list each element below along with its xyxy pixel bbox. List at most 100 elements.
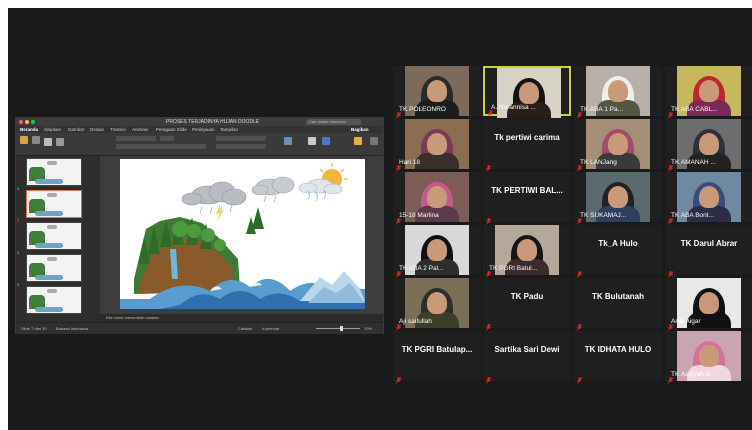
font-size-select[interactable] [160, 136, 174, 141]
tab-tampilan[interactable]: Tampilan [220, 126, 238, 133]
participant-tile[interactable]: Tk pertiwi carima [483, 119, 571, 172]
participant-name-large: TK PERTIWI BAL... [491, 186, 563, 195]
slide-editor[interactable] [100, 156, 383, 322]
participant-face [427, 239, 447, 261]
picture-icon[interactable] [308, 137, 316, 145]
participant-tile[interactable]: TK LANJang [574, 119, 662, 172]
participant-tile[interactable]: Andi Aigar [665, 278, 752, 331]
participant-name-large: TK PGRI Batulap... [401, 345, 473, 354]
slide-number: 9 [17, 282, 20, 287]
tab-animasi[interactable]: Animasi [132, 126, 148, 133]
participant-name: TK SUKAMAJ... [580, 212, 627, 219]
participant-name: TK PGRI Batul... [489, 265, 538, 272]
participant-face [427, 186, 447, 208]
notes-pane[interactable]: Klik untuk menambah catatan [100, 314, 383, 322]
zoom-meeting-screen: PROSES TERJADINYA HUJAN DOODLE Cari dala… [0, 0, 752, 430]
storm-cloud-icon [181, 181, 247, 206]
participant-tile[interactable]: Sartika Sari Dewi [483, 331, 571, 384]
participant-tile[interactable]: 15-18 Marlina [393, 172, 481, 225]
slide-thumbnail[interactable] [26, 286, 82, 314]
tab-peninjauan[interactable]: Peninjauan [192, 126, 215, 133]
participant-tile[interactable]: TK PGRI Batul... [483, 225, 571, 278]
participant-tile[interactable]: A. Nurannisa ... [483, 66, 571, 118]
participant-tile[interactable]: TK PERTIWI BAL... [483, 172, 571, 225]
ppt-titlebar: PROSES TERJADINYA HUJAN DOODLE Cari dala… [16, 118, 383, 126]
participant-tile[interactable]: TK POLEONRO [393, 66, 481, 119]
tab-peragaan-slide[interactable]: Peragaan Slide [156, 126, 187, 133]
participant-name: A. Nurannisa ... [491, 104, 536, 111]
muted-microphone-icon [485, 371, 492, 384]
participant-tile[interactable]: TK ABA 2 Pal... [393, 225, 481, 278]
participant-name: TK ABA 2 Pal... [399, 265, 444, 272]
ribbon-tabs: Beranda Sisipkan Gambar Desain Transisi … [16, 126, 383, 133]
new-slide-icon[interactable] [44, 138, 52, 146]
participant-tile[interactable]: TK ABA Bont... [665, 172, 752, 225]
ideas-icon[interactable] [354, 137, 362, 145]
shared-screen-powerpoint[interactable]: PROSES TERJADINYA HUJAN DOODLE Cari dala… [15, 117, 384, 334]
font-family-select[interactable] [116, 136, 156, 141]
participant-face [517, 239, 537, 261]
tab-transisi[interactable]: Transisi [110, 126, 126, 133]
participant-tile[interactable]: TK Padu [483, 278, 571, 331]
participant-tile[interactable]: Hari 18 [393, 119, 481, 172]
slide-thumbnail[interactable] [26, 158, 82, 186]
muted-microphone-icon [485, 159, 492, 172]
participant-tile[interactable]: TK SUKAMAJ... [574, 172, 662, 225]
slide-number: 8 [17, 250, 20, 255]
paragraph-buttons[interactable] [216, 136, 266, 141]
participant-face [608, 186, 628, 208]
convert-smartart-icon[interactable] [284, 137, 292, 145]
participant-tile[interactable]: Tk_A Hulo [574, 225, 662, 278]
participant-name: Andi Aigar [671, 318, 701, 325]
current-slide[interactable] [120, 159, 365, 309]
slide-thumbnails-pane[interactable]: 6 7 8 9 [16, 156, 99, 322]
participant-name: TK ABA 1 Pa... [580, 106, 623, 113]
participant-tile[interactable]: TK Asqiyah B... [665, 331, 752, 384]
participant-tile[interactable]: TK PGRI Batulap... [393, 331, 481, 384]
zoom-slider[interactable] [316, 328, 360, 329]
close-window-icon[interactable] [19, 120, 23, 124]
paste-icon[interactable] [20, 136, 28, 144]
notes-toggle[interactable]: Catatan [238, 323, 252, 334]
language-indicator[interactable]: Bahasa Indonesia [56, 323, 88, 334]
tab-desain[interactable]: Desain [90, 126, 104, 133]
ribbon-toolbar [16, 133, 383, 156]
slide-thumbnail[interactable] [26, 222, 82, 250]
participant-face [699, 345, 719, 367]
maximize-window-icon[interactable] [31, 120, 35, 124]
cut-icon[interactable] [32, 136, 40, 144]
participant-tile[interactable]: TK ABA CABL... [665, 66, 752, 119]
muted-microphone-icon [576, 265, 583, 278]
participant-name-large: TK Darul Abrar [680, 239, 738, 248]
search-input[interactable]: Cari dalam dokumen [306, 119, 361, 125]
slide-thumbnail[interactable] [26, 254, 82, 282]
participant-tile[interactable]: TK IDHATA HULO [574, 331, 662, 384]
participant-face [608, 80, 628, 102]
zoom-slider-handle[interactable] [340, 326, 343, 331]
participant-tile[interactable]: TK AMANAH ... [665, 119, 752, 172]
tab-sisipkan[interactable]: Sisipkan [44, 126, 61, 133]
comments-toggle[interactable]: Komentar [262, 323, 279, 334]
align-buttons[interactable] [216, 144, 266, 149]
participant-tile[interactable]: TK Bulutanah [574, 278, 662, 331]
participant-name-large: TK Bulutanah [592, 292, 644, 301]
minimize-window-icon[interactable] [25, 120, 29, 124]
participant-tile[interactable]: TK Darul Abrar [665, 225, 752, 278]
participant-name-large: Sartika Sari Dewi [494, 345, 560, 354]
format-buttons[interactable] [116, 144, 206, 149]
participant-face [699, 80, 719, 102]
tab-beranda[interactable]: Beranda [20, 126, 38, 133]
participant-tile[interactable]: Aji saifullah [393, 278, 481, 331]
muted-microphone-icon [395, 371, 402, 384]
participant-face [699, 292, 719, 314]
layout-icon[interactable] [56, 138, 64, 146]
shapes-icon[interactable] [322, 137, 330, 145]
participant-tile[interactable]: TK ABA 1 Pa... [574, 66, 662, 119]
participant-face [699, 186, 719, 208]
share-button[interactable]: Bagikan [351, 126, 369, 133]
tab-gambar[interactable]: Gambar [68, 126, 84, 133]
slide-thumbnail-selected[interactable] [26, 190, 82, 218]
designer-icon[interactable] [370, 137, 378, 145]
zoom-level[interactable]: 70% [364, 323, 372, 334]
rain-cycle-illustration [120, 163, 365, 309]
